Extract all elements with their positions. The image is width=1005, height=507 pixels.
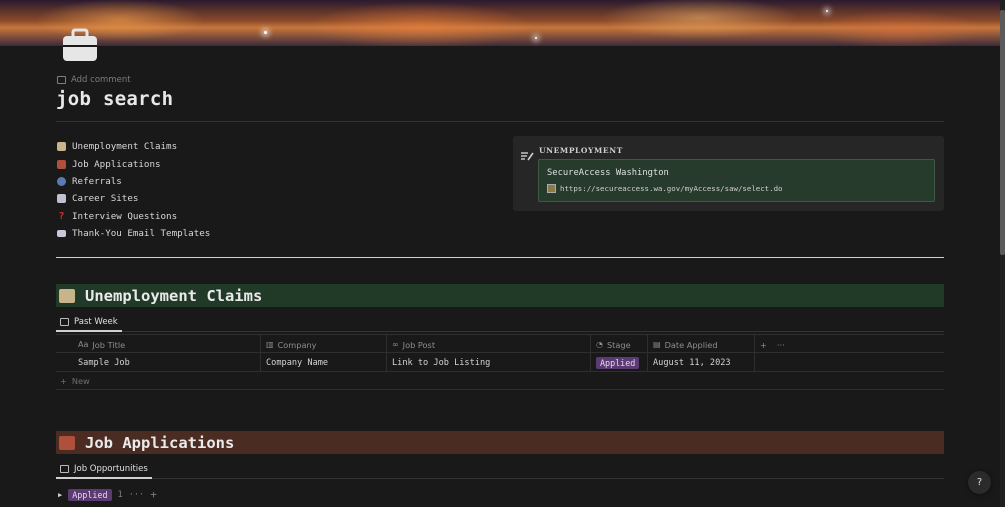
star-decoration [826, 10, 828, 12]
cell-job-title[interactable]: Sample Job [73, 353, 261, 372]
bookmark-url: https://secureaccess.wa.gov/myAccess/saw… [560, 184, 783, 193]
toc-item-label: Job Applications [72, 158, 161, 170]
book-icon [57, 194, 66, 204]
text-property-icon: Aa [78, 340, 89, 349]
section-header-unemployment-claims[interactable]: Unemployment Claims [56, 284, 944, 307]
toc-item-label: Thank-You Email Templates [72, 228, 211, 240]
column-label: Job Title [92, 339, 126, 350]
column-header-job-post[interactable]: ∞ Job Post [387, 335, 591, 354]
table-header-row: Aa Job Title ▥ Company ∞ Job Post ◔ Stag… [56, 334, 944, 354]
scrollbar-thumb[interactable] [1000, 10, 1005, 255]
cell-job-post[interactable]: Link to Job Listing [387, 353, 591, 372]
view-tabbar: Past Week [56, 314, 944, 332]
stage-badge: Applied [596, 356, 640, 369]
toc-item-label: Interview Questions [72, 210, 178, 222]
column-actions: + ··· [755, 335, 815, 354]
tab-job-opportunities[interactable]: Job Opportunities [56, 461, 152, 479]
toc-item-referrals[interactable]: Referrals [57, 173, 210, 190]
cell-company[interactable]: Company Name [261, 353, 387, 372]
divider [56, 257, 944, 258]
cell-empty [755, 353, 815, 372]
memo-icon [57, 142, 66, 152]
add-column-button[interactable]: + [760, 340, 767, 350]
toc-item-label: Referrals [72, 175, 122, 187]
toc-item-unemployment-claims[interactable]: Unemployment Claims [57, 138, 210, 155]
column-label: Stage [606, 339, 631, 350]
section-title: Job Applications [85, 433, 235, 452]
toc-item-interview-questions[interactable]: ? Interview Questions [57, 208, 210, 225]
column-header-date-applied[interactable]: ▤ Date Applied [648, 335, 755, 354]
star-decoration [535, 37, 537, 39]
group-add-button[interactable]: + [150, 488, 157, 501]
link-icon: ∞ [392, 340, 399, 349]
section-header-job-applications[interactable]: Job Applications [56, 431, 944, 454]
claims-table: Aa Job Title ▥ Company ∞ Job Post ◔ Stag… [56, 334, 944, 390]
expand-triangle-icon[interactable]: ▶ [58, 491, 62, 499]
bookmark-block[interactable]: SecureAccess Washington https://secureac… [538, 159, 935, 202]
text-edit-icon [521, 146, 534, 161]
add-comment-button[interactable]: Add comment [57, 75, 131, 85]
column-label: Company [277, 339, 317, 350]
column-header-stage[interactable]: ◔ Stage [591, 335, 648, 354]
comment-icon [57, 76, 66, 84]
cell-date-applied[interactable]: August 11, 2023 [648, 353, 755, 372]
question-icon: ? [58, 210, 65, 222]
tab-label: Past Week [74, 317, 118, 327]
tab-past-week[interactable]: Past Week [56, 314, 122, 332]
section-title: Unemployment Claims [85, 286, 263, 305]
toc-item-career-sites[interactable]: Career Sites [57, 190, 210, 207]
star-decoration [264, 31, 267, 34]
building-icon: ▥ [266, 340, 274, 349]
column-label: Job Post [402, 339, 436, 350]
favicon-icon [547, 184, 556, 193]
unemployment-callout: UNEMPLOYMENT SecureAccess Washington htt… [513, 136, 944, 211]
cell-stage[interactable]: Applied [591, 353, 648, 372]
plus-icon: + [60, 375, 67, 386]
table-view-icon [60, 465, 69, 473]
column-header-job-title[interactable]: Aa Job Title [73, 335, 261, 354]
page-cover[interactable] [0, 0, 1000, 46]
column-header-company[interactable]: ▥ Company [261, 335, 387, 354]
toc-item-thank-you-email-templates[interactable]: Thank-You Email Templates [57, 225, 210, 242]
memo-icon [59, 288, 75, 303]
table-of-contents: Unemployment Claims Job Applications Ref… [57, 138, 210, 242]
toc-item-label: Career Sites [72, 193, 139, 205]
new-row-button[interactable]: + New [56, 372, 944, 390]
table-view-icon [60, 318, 69, 326]
table-row[interactable]: Sample Job Company Name Link to Job List… [56, 353, 944, 372]
help-button[interactable]: ? [968, 471, 991, 494]
divider [56, 121, 944, 122]
group-applied: ▶ Applied 1 ··· + [58, 488, 157, 501]
toc-item-job-applications[interactable]: Job Applications [57, 155, 210, 172]
group-count: 1 [117, 489, 123, 500]
group-more-button[interactable]: ··· [129, 490, 145, 500]
envelope-icon [57, 230, 66, 238]
new-row-label: New [71, 375, 90, 386]
briefcase-icon [59, 435, 75, 450]
calendar-icon: ▤ [653, 340, 661, 349]
page-title[interactable]: job search [56, 88, 173, 110]
add-comment-label: Add comment [71, 75, 131, 85]
bookmark-link[interactable]: https://secureaccess.wa.gov/myAccess/saw… [547, 184, 782, 193]
view-tabbar: Job Opportunities [56, 461, 944, 479]
column-label: Date Applied [664, 339, 718, 350]
briefcase-icon [57, 159, 66, 169]
tab-label: Job Opportunities [74, 464, 148, 474]
callout-title: UNEMPLOYMENT [539, 146, 623, 155]
people-icon [57, 176, 66, 186]
bookmark-title: SecureAccess Washington [547, 168, 669, 178]
group-badge[interactable]: Applied [68, 488, 112, 501]
scrollbar[interactable] [1000, 0, 1005, 507]
toc-item-label: Unemployment Claims [72, 141, 178, 153]
briefcase-icon[interactable] [62, 28, 98, 62]
more-options-button[interactable]: ··· [777, 340, 785, 350]
status-icon: ◔ [596, 340, 603, 349]
